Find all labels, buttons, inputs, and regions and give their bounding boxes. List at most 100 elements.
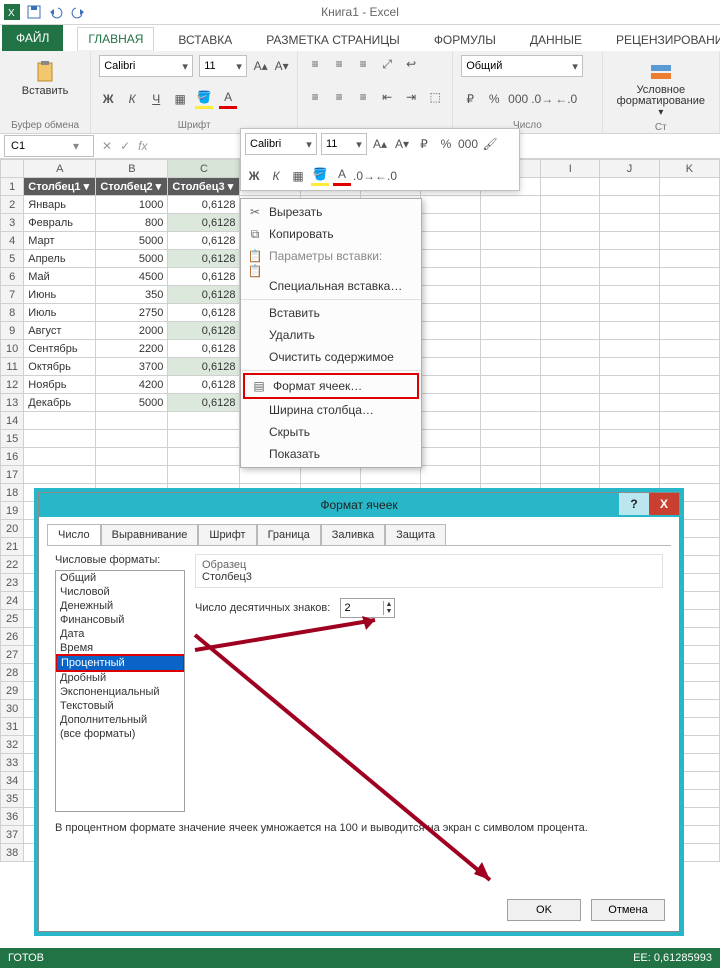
col-header[interactable]: A: [24, 160, 96, 178]
category-option[interactable]: Числовой: [56, 585, 184, 599]
row-header[interactable]: 21: [1, 538, 24, 556]
category-option[interactable]: Экспоненциальный: [56, 685, 184, 699]
cell[interactable]: [659, 268, 719, 286]
row-header[interactable]: 12: [1, 376, 24, 394]
bold-button[interactable]: Ж: [99, 90, 117, 108]
italic-button[interactable]: К: [123, 90, 141, 108]
cell[interactable]: [541, 196, 600, 214]
tab-formulas[interactable]: ФОРМУЛЫ: [424, 29, 506, 51]
col-header[interactable]: K: [659, 160, 719, 178]
cell[interactable]: [600, 304, 660, 322]
cell[interactable]: Столбец1 ▾: [24, 178, 96, 196]
mi-copy[interactable]: ⧉Копировать: [241, 223, 421, 245]
cell[interactable]: [420, 340, 480, 358]
tab-layout[interactable]: РАЗМЕТКА СТРАНИЦЫ: [256, 29, 410, 51]
cell[interactable]: [420, 232, 480, 250]
cell[interactable]: [420, 394, 480, 412]
cell[interactable]: [24, 466, 96, 484]
col-header[interactable]: I: [541, 160, 600, 178]
cell[interactable]: [659, 376, 719, 394]
cell[interactable]: [481, 268, 541, 286]
cell[interactable]: [96, 430, 168, 448]
cell[interactable]: 350: [96, 286, 168, 304]
cell[interactable]: [600, 376, 660, 394]
align-top-icon[interactable]: ≡: [306, 55, 324, 73]
cell[interactable]: [600, 448, 660, 466]
cell[interactable]: [659, 448, 719, 466]
orientation-icon[interactable]: ⤢: [378, 55, 396, 73]
cell[interactable]: [24, 430, 96, 448]
category-option[interactable]: Процентный: [55, 654, 185, 672]
cell[interactable]: Июль: [24, 304, 96, 322]
row-header[interactable]: 29: [1, 682, 24, 700]
row-header[interactable]: 9: [1, 322, 24, 340]
dlg-tab-border[interactable]: Граница: [257, 524, 321, 546]
tab-home[interactable]: ГЛАВНАЯ: [77, 27, 154, 51]
cell[interactable]: [541, 412, 600, 430]
cell[interactable]: 0,6128: [168, 358, 240, 376]
cell[interactable]: [600, 232, 660, 250]
fx-icon[interactable]: fx: [138, 139, 147, 153]
mi-format-cells[interactable]: ▤Формат ячеек…: [243, 373, 419, 399]
row-header[interactable]: 26: [1, 628, 24, 646]
row-header[interactable]: 33: [1, 754, 24, 772]
row-header[interactable]: 30: [1, 700, 24, 718]
mini-currency-icon[interactable]: ₽: [415, 135, 433, 153]
borders-icon[interactable]: ▦: [171, 90, 189, 108]
cell[interactable]: 0,6128: [168, 268, 240, 286]
cell[interactable]: [659, 358, 719, 376]
category-option[interactable]: Дата: [56, 627, 184, 641]
cell[interactable]: [420, 448, 480, 466]
cell[interactable]: [240, 466, 300, 484]
cell[interactable]: [481, 304, 541, 322]
mini-shrink-font-icon[interactable]: A▾: [393, 135, 411, 153]
cell[interactable]: 5000: [96, 232, 168, 250]
col-header[interactable]: J: [600, 160, 660, 178]
cell[interactable]: 2200: [96, 340, 168, 358]
cell[interactable]: [481, 322, 541, 340]
cell[interactable]: 0,6128: [168, 304, 240, 322]
mini-size-combo[interactable]: ▾: [321, 133, 367, 155]
cell[interactable]: [168, 466, 240, 484]
row-header[interactable]: 11: [1, 358, 24, 376]
cell[interactable]: [420, 466, 480, 484]
cell[interactable]: [541, 394, 600, 412]
mini-italic-button[interactable]: К: [267, 167, 285, 185]
category-list[interactable]: ОбщийЧисловойДенежныйФинансовыйДатаВремя…: [55, 570, 185, 812]
cell[interactable]: [481, 412, 541, 430]
row-header[interactable]: 22: [1, 556, 24, 574]
cell[interactable]: [420, 376, 480, 394]
cell[interactable]: [541, 232, 600, 250]
cell[interactable]: [659, 340, 719, 358]
row-header[interactable]: 27: [1, 646, 24, 664]
cell[interactable]: [481, 232, 541, 250]
indent-dec-icon[interactable]: ⇤: [378, 88, 396, 106]
dlg-tab-fill[interactable]: Заливка: [321, 524, 385, 546]
cell[interactable]: [659, 196, 719, 214]
col-header[interactable]: B: [96, 160, 168, 178]
row-header[interactable]: 1: [1, 178, 24, 196]
mi-delete[interactable]: Удалить: [241, 324, 421, 346]
cell[interactable]: 0,6128: [168, 196, 240, 214]
cell[interactable]: [481, 466, 541, 484]
cell[interactable]: [420, 214, 480, 232]
cell[interactable]: 0,6128: [168, 232, 240, 250]
row-header[interactable]: 14: [1, 412, 24, 430]
cell[interactable]: [24, 448, 96, 466]
cell[interactable]: 5000: [96, 394, 168, 412]
dec-decimal-icon[interactable]: ←.0: [557, 90, 575, 108]
col-header[interactable]: C: [168, 160, 240, 178]
cell[interactable]: [659, 232, 719, 250]
row-header[interactable]: 10: [1, 340, 24, 358]
row-header[interactable]: 37: [1, 826, 24, 844]
cell[interactable]: 2000: [96, 322, 168, 340]
cell[interactable]: 4200: [96, 376, 168, 394]
spin-up-icon[interactable]: ▲: [384, 601, 395, 608]
row-header[interactable]: 18: [1, 484, 24, 502]
cell[interactable]: [659, 178, 719, 196]
mini-dec-decimal-icon[interactable]: ←.0: [377, 167, 395, 185]
cell[interactable]: [420, 358, 480, 376]
dialog-close-button[interactable]: X: [649, 493, 679, 515]
row-header[interactable]: 36: [1, 808, 24, 826]
dialog-help-button[interactable]: ?: [619, 493, 649, 515]
